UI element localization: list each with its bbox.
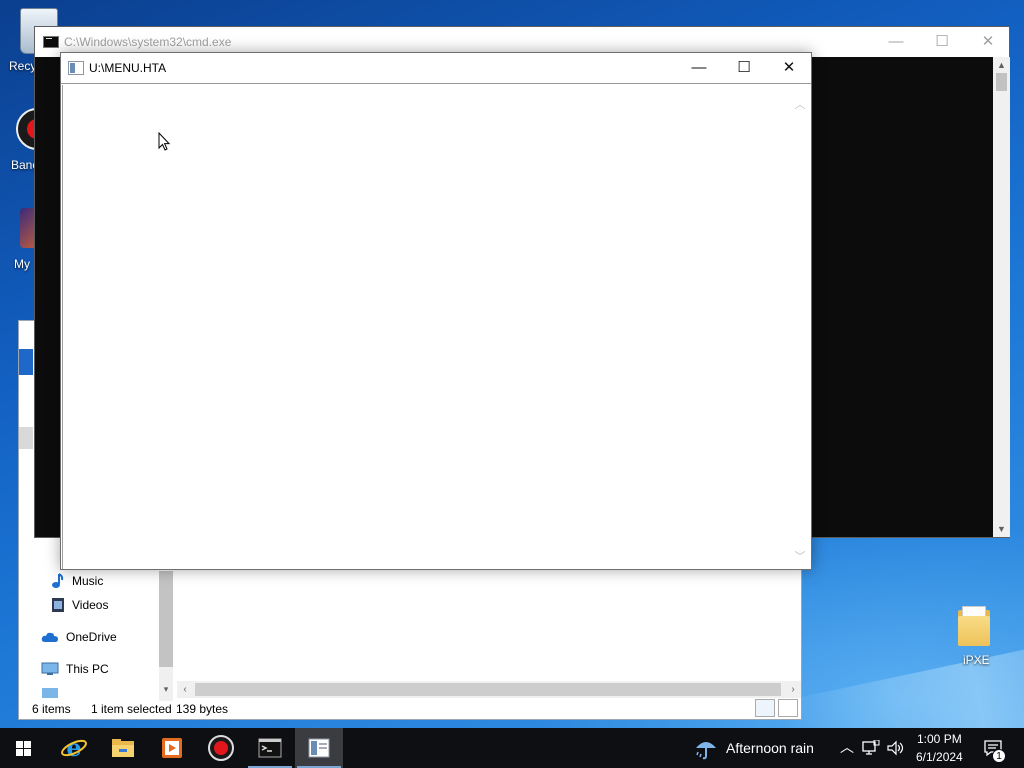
scrollbar-thumb[interactable]	[996, 73, 1007, 91]
nav-item-music[interactable]: Music	[51, 571, 103, 591]
videos-icon	[52, 598, 64, 612]
hta-window: U:\MENU.HTA — ☐ ✕ ︿ ﹀	[60, 52, 812, 570]
nav-item-onedrive[interactable]: OneDrive	[41, 627, 117, 647]
desktop-icon-label: My	[14, 257, 30, 271]
clock-time: 1:00 PM	[917, 732, 962, 746]
taskbar-internet-explorer[interactable]: e	[50, 728, 98, 768]
record-icon	[208, 735, 234, 761]
status-item-count: 6 items	[32, 702, 71, 716]
weather-text: Afternoon rain	[726, 740, 814, 756]
taskbar-hta-app[interactable]	[295, 728, 343, 768]
horizontal-scrollbar[interactable]: ‹ ›	[177, 681, 801, 698]
details-view-icon[interactable]	[755, 699, 775, 717]
hta-titlebar[interactable]: U:\MENU.HTA — ☐ ✕	[61, 53, 811, 84]
notification-count-badge: 1	[992, 749, 1006, 763]
desktop-icon-label: iPXE	[963, 653, 990, 667]
music-note-icon	[52, 573, 64, 588]
nav-item-videos[interactable]: Videos	[51, 595, 108, 615]
taskbar-recorder[interactable]	[197, 728, 245, 768]
cmd-window-title: C:\Windows\system32\cmd.exe	[64, 35, 232, 49]
start-button[interactable]	[0, 728, 48, 768]
maximize-button[interactable]: ☐	[919, 27, 965, 57]
show-hidden-icons-chevron-icon[interactable]: ︿	[840, 737, 854, 757]
minimize-button[interactable]: —	[873, 27, 919, 57]
scroll-left-arrow-icon[interactable]: ‹	[177, 681, 193, 698]
nav-item-this-pc[interactable]: This PC	[41, 659, 109, 679]
taskbar-file-explorer[interactable]	[99, 728, 147, 768]
hover-nav-item-highlight	[19, 427, 33, 449]
hta-window-title: U:\MENU.HTA	[89, 61, 167, 75]
folder-icon	[958, 606, 990, 646]
svg-text:e: e	[66, 734, 81, 762]
onedrive-cloud-icon	[41, 632, 58, 642]
nav-item-label: OneDrive	[66, 630, 117, 644]
status-size: 139 bytes	[176, 702, 229, 716]
taskbar-media-player[interactable]	[148, 728, 196, 768]
internet-explorer-icon: e	[61, 734, 87, 762]
scrollbar-thumb[interactable]	[195, 683, 781, 696]
nav-item-label: This PC	[66, 662, 109, 676]
cmd-vertical-scrollbar[interactable]: ▲ ▼	[993, 57, 1010, 537]
minimize-button[interactable]: —	[676, 53, 722, 83]
media-player-icon	[162, 738, 182, 758]
volume-icon[interactable]	[886, 740, 906, 756]
start-icon	[16, 741, 31, 756]
nav-item-label: Videos	[72, 598, 109, 612]
close-button[interactable]: ✕	[766, 53, 812, 83]
large-icons-view-icon[interactable]	[778, 699, 798, 717]
scroll-down-arrow-icon[interactable]: ▼	[993, 521, 1010, 537]
file-explorer-icon	[112, 739, 134, 757]
scroll-right-arrow-icon[interactable]: ›	[785, 681, 801, 698]
this-pc-icon	[41, 662, 59, 675]
scroll-down-arrow-icon[interactable]: ﹀	[791, 549, 809, 565]
scrollbar-thumb[interactable]	[159, 571, 173, 667]
hta-app-icon	[68, 61, 84, 75]
network-icon[interactable]	[862, 740, 880, 756]
network-icon	[42, 688, 58, 698]
status-selection: 1 item selected	[91, 702, 172, 716]
taskbar-cmd[interactable]	[246, 728, 294, 768]
hta-vertical-scrollbar[interactable]: ︿ ﹀	[791, 97, 809, 565]
nav-item-network-partial[interactable]	[41, 687, 59, 699]
mouse-pointer-icon	[158, 132, 170, 151]
cmd-icon	[258, 738, 282, 758]
scroll-up-arrow-icon[interactable]: ︿	[791, 97, 809, 113]
desktop-icon-label: Recy	[9, 59, 37, 73]
close-button[interactable]: ✕	[965, 27, 1011, 57]
maximize-button[interactable]: ☐	[721, 53, 767, 83]
scroll-up-arrow-icon[interactable]: ▲	[993, 57, 1010, 73]
umbrella-rain-icon	[696, 742, 716, 760]
nav-item-label: Music	[72, 574, 104, 588]
selected-nav-item-highlight	[19, 349, 33, 375]
clock-date: 6/1/2024	[916, 750, 963, 764]
status-bar: 6 items 1 item selected 139 bytes	[19, 699, 801, 719]
scroll-down-arrow-icon[interactable]: ▾	[159, 681, 173, 697]
taskbar: e Afternoon rain ︿ 1:00 PM 6/1/2024	[0, 728, 1024, 768]
hta-content-area[interactable]	[62, 85, 810, 569]
cmd-app-icon	[43, 36, 59, 48]
hta-app-icon	[308, 738, 330, 758]
